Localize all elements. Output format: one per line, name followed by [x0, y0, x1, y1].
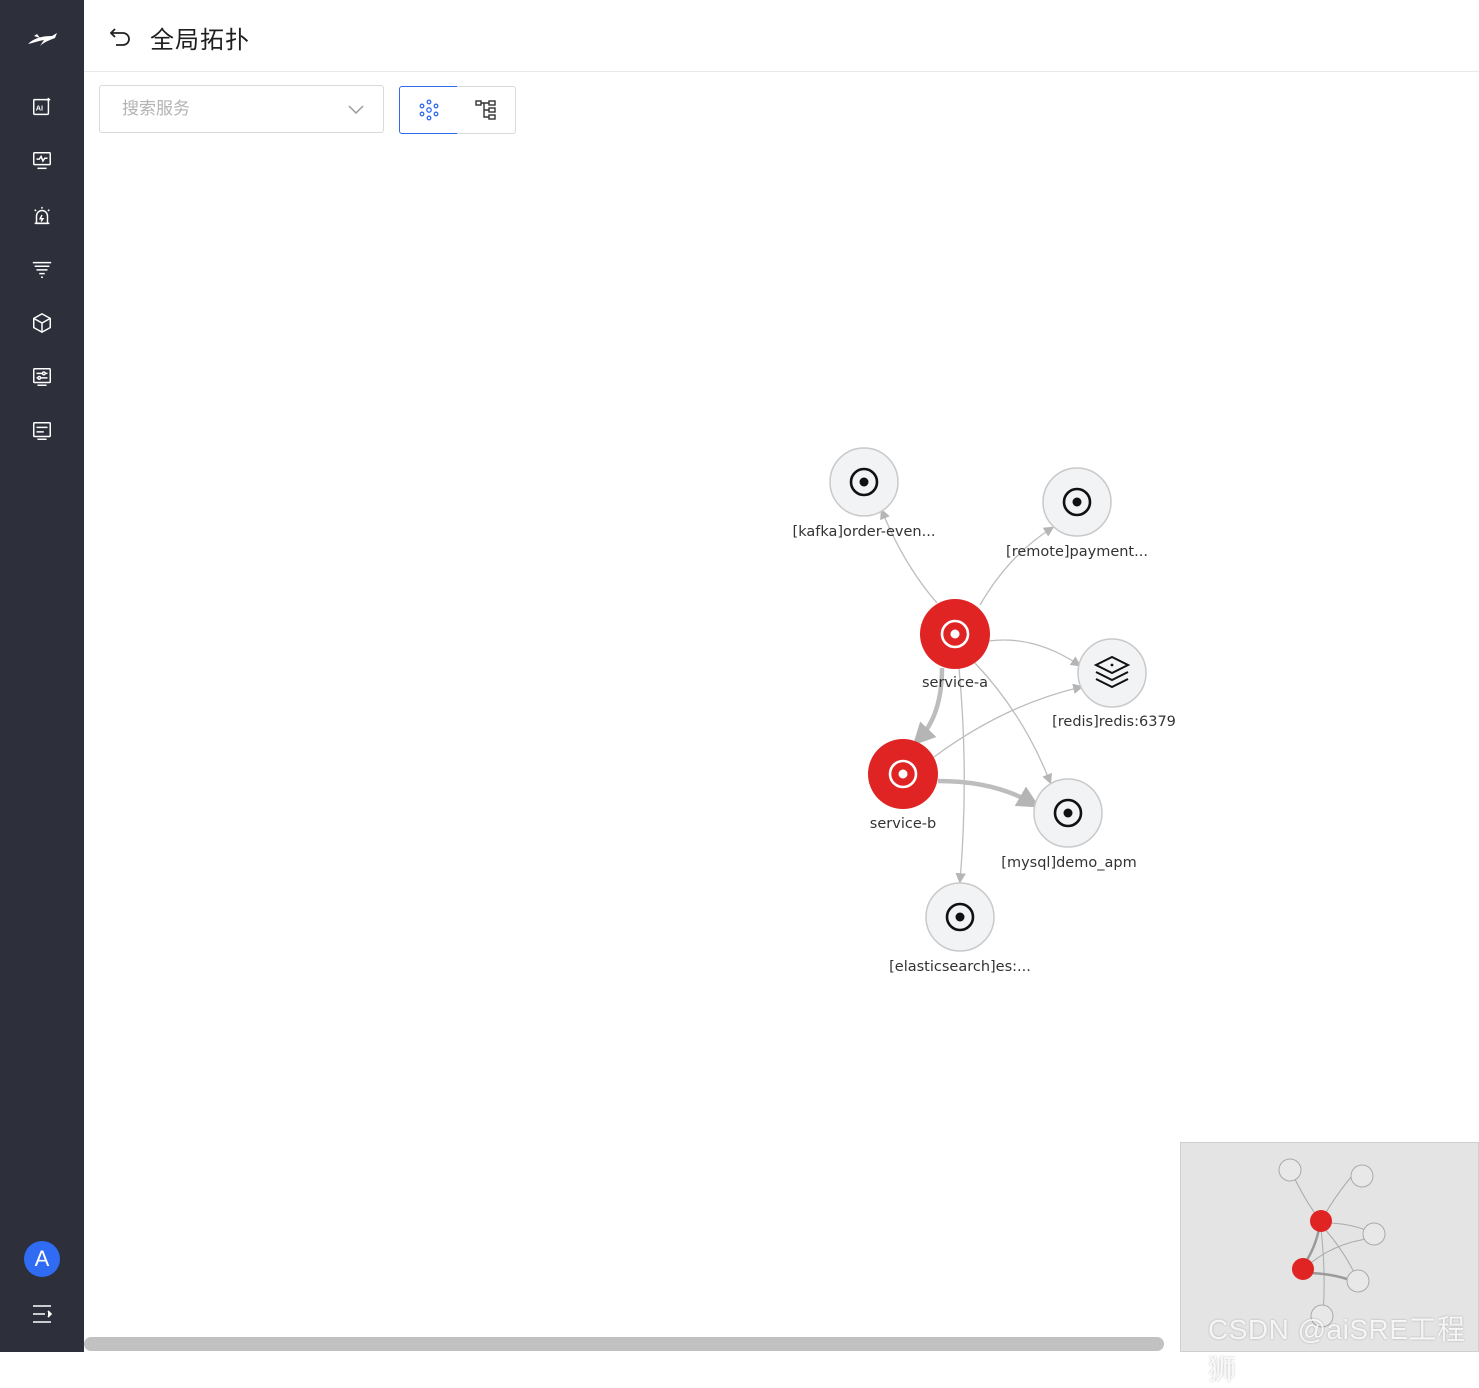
tree-view-button[interactable] [457, 86, 516, 134]
cube-icon[interactable] [30, 311, 54, 335]
search-input[interactable] [100, 86, 340, 132]
settings-panel-icon[interactable] [30, 365, 54, 389]
filter-list-icon[interactable] [30, 257, 54, 281]
edge-service-a-elasticsearch [955, 667, 966, 884]
node-label: [mysql]demo_apm [1001, 855, 1136, 871]
node-label: service-b [870, 816, 936, 832]
horizontal-scrollbar[interactable] [84, 1337, 1164, 1351]
topology-node-mysql[interactable]: [mysql]demo_apm [1001, 778, 1137, 871]
topology-node-service-b[interactable]: service-b [868, 739, 938, 832]
graph-view-icon [419, 99, 438, 121]
node-label: [elasticsearch]es:... [889, 959, 1031, 975]
node-label: [remote]payment... [1006, 544, 1148, 560]
node-label: [redis]redis:6379 [1052, 714, 1176, 730]
avatar[interactable]: A [24, 1241, 60, 1277]
ai-icon[interactable]: AI [30, 95, 54, 119]
topology-node-service-a[interactable]: service-a [920, 599, 990, 691]
topology-node-redis[interactable]: [redis]redis:6379 [1052, 638, 1176, 730]
topology-node-elasticsearch[interactable]: [elasticsearch]es:... [889, 882, 1031, 975]
edge-service-b-mysql [937, 778, 1040, 808]
node-label: service-a [922, 675, 988, 691]
node-label: [kafka]order-even... [793, 524, 936, 540]
topology-node-kafka[interactable]: [kafka]order-even... [793, 447, 936, 540]
page-title: 全局拓扑 [150, 26, 250, 54]
menu-collapse-icon[interactable] [30, 1302, 54, 1326]
console-panel-icon[interactable] [30, 419, 54, 443]
svg-text:AI: AI [36, 104, 43, 113]
graph-view-button[interactable] [399, 86, 458, 134]
chevron-down-icon [348, 105, 364, 115]
sidebar: AI A [0, 0, 84, 1352]
edge-service-a-redis [988, 639, 1082, 667]
service-search-select[interactable] [99, 85, 384, 133]
watermark: CSDN @aiSRE工程狮 [1208, 1314, 1466, 1385]
logo-icon[interactable] [24, 24, 60, 54]
monitor-icon[interactable] [30, 149, 54, 173]
page-header: 全局拓扑 [84, 0, 1479, 72]
alarm-icon[interactable] [30, 204, 54, 228]
edge-service-a-remote [979, 526, 1055, 606]
tree-view-icon [475, 100, 496, 120]
back-icon[interactable] [108, 24, 132, 48]
topology-node-remote[interactable]: [remote]payment... [1006, 467, 1148, 560]
